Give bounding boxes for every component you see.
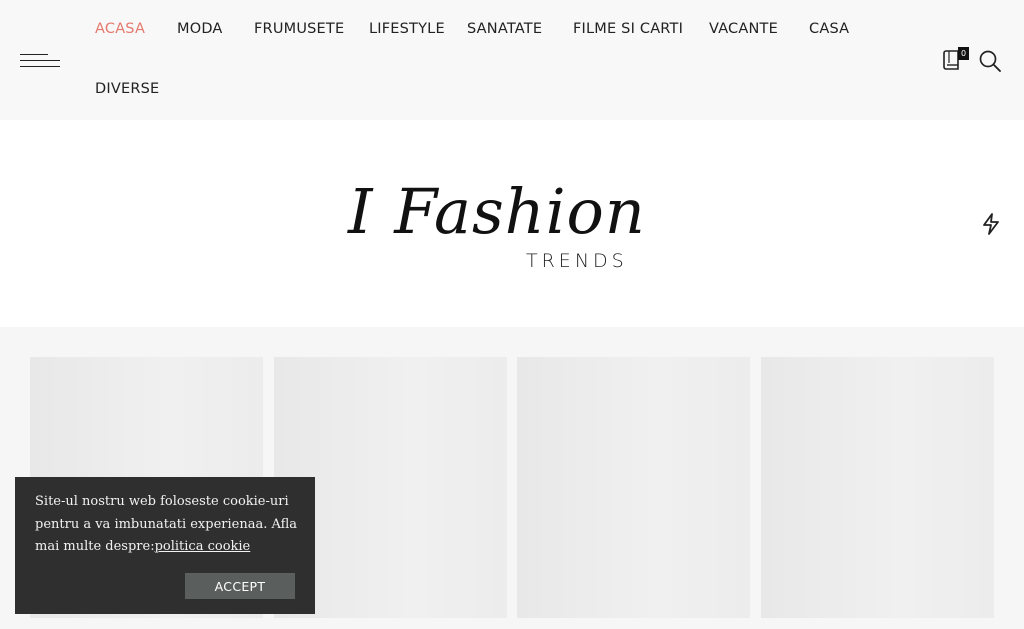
site-logo[interactable]: I Fashion TRENDS [340, 175, 685, 285]
nav-item-acasa[interactable]: ACASA [95, 21, 145, 37]
site-header: I Fashion TRENDS [0, 120, 1024, 327]
logo-title: I Fashion [348, 175, 646, 248]
cart-count-badge: 0 [958, 47, 969, 60]
accept-cookies-button[interactable]: ACCEPT [185, 573, 295, 599]
nav-item-vacante[interactable]: VACANTE [709, 21, 778, 37]
lightning-bolt-icon[interactable] [980, 212, 1002, 236]
logo-subtitle: TRENDS [526, 250, 628, 272]
cookie-consent-banner: Site-ul nostru web foloseste cookie-uri … [15, 477, 315, 614]
post-card-placeholder[interactable] [761, 357, 994, 618]
cart-book-icon[interactable]: 0 [943, 47, 969, 72]
nav-item-sanatate[interactable]: SANATATE [467, 21, 542, 37]
nav-item-moda[interactable]: MODA [177, 21, 223, 37]
hamburger-menu-icon[interactable] [20, 52, 60, 70]
nav-item-frumusete[interactable]: FRUMUSETE [254, 21, 344, 37]
cookie-policy-link[interactable]: politica cookie [155, 539, 251, 554]
search-icon[interactable] [978, 49, 1002, 73]
nav-item-filme-si-carti[interactable]: FILME SI CARTI [573, 21, 683, 37]
nav-item-diverse[interactable]: DIVERSE [95, 81, 159, 97]
cookie-message: Site-ul nostru web foloseste cookie-uri … [35, 491, 300, 559]
post-card-placeholder[interactable] [517, 357, 750, 618]
nav-item-casa[interactable]: CASA [809, 21, 849, 37]
nav-item-lifestyle[interactable]: LIFESTYLE [369, 21, 445, 37]
top-navigation-bar: ACASA MODA FRUMUSETE LIFESTYLE SANATATE … [0, 0, 1024, 120]
